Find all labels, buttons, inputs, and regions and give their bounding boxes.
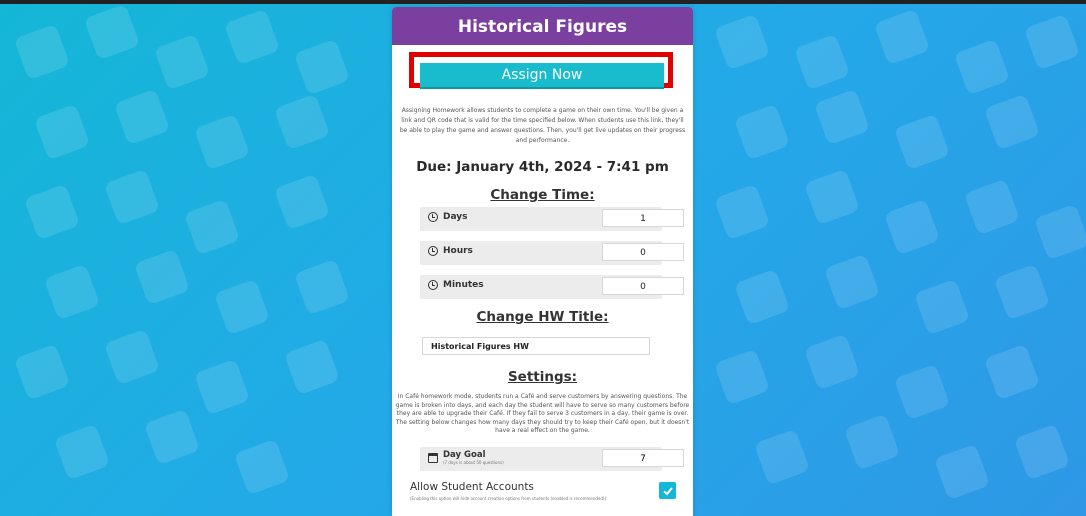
days-input[interactable]: 1 — [602, 209, 684, 227]
hw-title-input[interactable]: Historical Figures HW — [422, 337, 650, 355]
panel-title: Historical Figures — [392, 7, 693, 45]
day-goal-row: Day Goal (7 days is about 50 questions) … — [420, 447, 684, 471]
hours-label: Hours — [443, 246, 473, 256]
clock-icon — [428, 212, 438, 222]
homework-panel: Historical Figures Assign Now Assigning … — [392, 7, 693, 516]
change-time-title: Change Time: — [490, 187, 595, 203]
assign-now-button[interactable]: Assign Now — [420, 63, 664, 89]
due-date: Due: January 4th, 2024 - 7:41 pm — [416, 159, 669, 175]
hours-input[interactable]: 0 — [602, 243, 684, 261]
day-goal-label: Day Goal — [443, 450, 486, 460]
assign-description: Assigning Homework allows students to co… — [399, 107, 686, 144]
clock-icon — [428, 246, 438, 256]
allow-accounts-label: Allow Student Accounts — [410, 481, 534, 493]
minutes-label: Minutes — [443, 280, 484, 290]
clock-icon — [428, 280, 438, 290]
hours-row: Hours 0 — [420, 241, 684, 265]
settings-title: Settings: — [507, 369, 578, 385]
day-goal-sublabel: (7 days is about 50 questions) — [443, 460, 504, 465]
day-goal-input[interactable]: 7 — [602, 449, 684, 467]
allow-accounts-checkbox[interactable] — [659, 482, 676, 499]
checkmark-icon — [662, 486, 673, 495]
days-row: Days 1 — [420, 207, 684, 231]
days-label: Days — [443, 212, 468, 222]
settings-description: In Café homework mode, students run a Ca… — [395, 393, 690, 434]
change-hw-title-heading: Change HW Title: — [476, 309, 609, 325]
minutes-row: Minutes 0 — [420, 275, 684, 299]
allow-accounts-sublabel: (Enabling this option will hide account … — [410, 496, 607, 501]
minutes-input[interactable]: 0 — [602, 277, 684, 295]
calendar-icon — [428, 453, 438, 463]
